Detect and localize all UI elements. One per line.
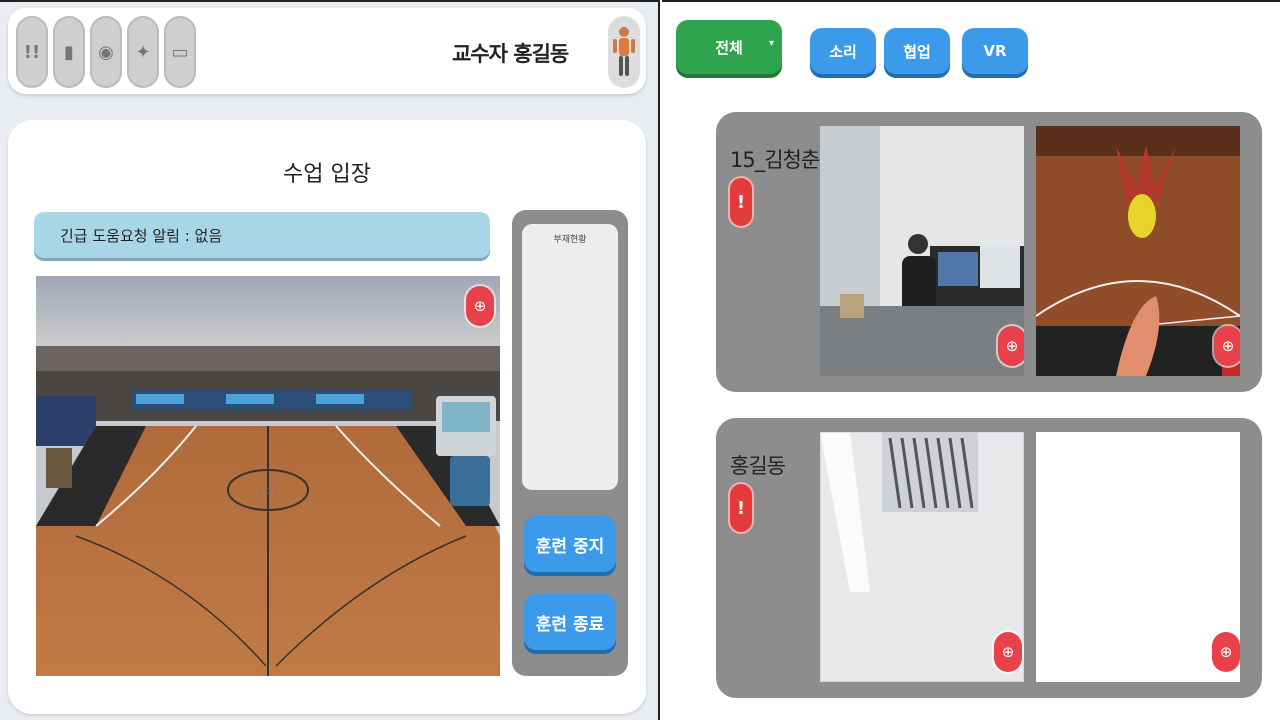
zoom-icon[interactable]: ⊕ — [1214, 326, 1240, 366]
student-name: 15_김청춘 — [730, 148, 820, 172]
end-training-button[interactable]: 훈련 종료 — [524, 594, 616, 650]
zoom-icon[interactable]: ⊕ — [1212, 632, 1240, 672]
control-panel: 부재현황 훈련 중지 훈련 종료 — [512, 210, 628, 676]
top-toolbar: !! ▮ ◉ ✦ ▭ 교수자 홍길동 — [8, 8, 646, 94]
info-box: 부재현황 — [522, 224, 618, 490]
filter-collab-button[interactable]: 협업 — [884, 28, 950, 74]
instructor-panel: !! ▮ ◉ ✦ ▭ 교수자 홍길동 수업 입장 긴급 도움요청 알림 : 없음 — [0, 0, 660, 720]
student-card: 홍길동 ! ⊕ ⊕ — [716, 418, 1262, 698]
filter-all-label: 전체 — [715, 38, 743, 57]
student-monitor-panel: 전체 ▾ 소리 협업 VR 15_김청춘 ! ⊕ ⊕ 홍길동 ! ⊕ ⊕ — [662, 0, 1280, 720]
vr-view-feed[interactable]: ⊕ — [1036, 432, 1240, 682]
student-name: 홍길동 — [730, 454, 786, 478]
chevron-down-icon: ▾ — [768, 38, 774, 49]
zoom-icon[interactable]: ⊕ — [466, 286, 494, 326]
zoom-icon[interactable]: ⊕ — [994, 632, 1022, 672]
webcam-feed[interactable]: ⊕ — [820, 126, 1024, 376]
alarm-icon[interactable]: ! — [730, 178, 752, 226]
page-title: 수업 입장 — [283, 162, 371, 187]
idea-tool-icon[interactable]: ✦ — [127, 16, 159, 88]
camera-tool-icon[interactable]: ◉ — [90, 16, 122, 88]
zoom-icon[interactable]: ⊕ — [998, 326, 1024, 366]
filter-vr-button[interactable]: VR — [962, 28, 1028, 74]
avatar[interactable] — [608, 16, 640, 88]
pause-training-button[interactable]: 훈련 중지 — [524, 516, 616, 572]
vr-court-view[interactable]: ◦◦◦ ⊕ — [36, 276, 500, 676]
screen-tool-icon[interactable]: ▭ — [164, 16, 196, 88]
svg-text:◦◦◦: ◦◦◦ — [256, 484, 281, 500]
filter-all-button[interactable]: 전체 ▾ — [676, 20, 782, 74]
student-card: 15_김청춘 ! ⊕ ⊕ — [716, 112, 1262, 392]
class-session-card: 수업 입장 긴급 도움요청 알림 : 없음 ◦◦◦ ⊕ 부재현황 훈련 중지 훈… — [8, 120, 646, 714]
emergency-status-text: 긴급 도움요청 알림 : 없음 — [60, 226, 223, 245]
webcam-feed[interactable]: ⊕ — [820, 432, 1024, 682]
filter-sound-button[interactable]: 소리 — [810, 28, 876, 74]
professor-name: 교수자 홍길동 — [452, 42, 569, 66]
info-label: 부재현황 — [553, 235, 587, 245]
alarm-icon[interactable]: ! — [730, 484, 752, 532]
phone-tool-icon[interactable]: ▮ — [53, 16, 85, 88]
vr-view-feed[interactable]: ⊕ — [1036, 126, 1240, 376]
alert-tool-icon[interactable]: !! — [16, 16, 48, 88]
emergency-status-bar: 긴급 도움요청 알림 : 없음 — [34, 212, 490, 258]
